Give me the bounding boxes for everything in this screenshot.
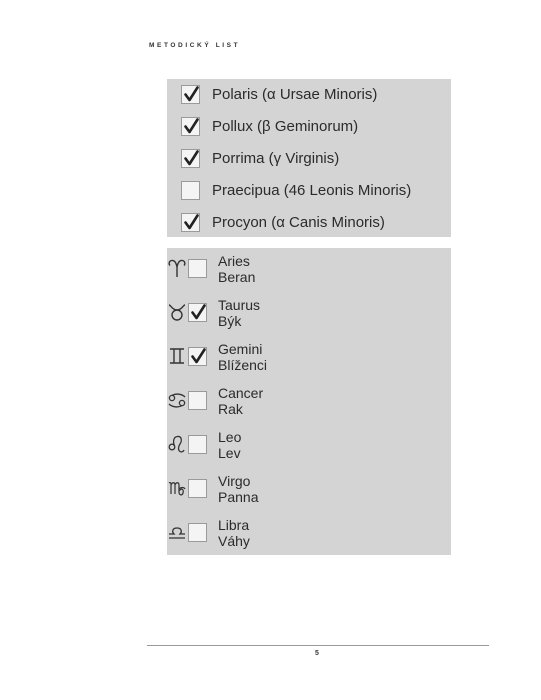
checkbox[interactable] (188, 391, 207, 410)
zodiac-czech-name: Beran (218, 269, 256, 285)
star-label: Procyon (α Canis Minoris) (212, 213, 385, 231)
star-label: Pollux (β Geminorum) (212, 117, 359, 135)
checkmark-icon (184, 117, 199, 133)
zodiac-option-aries[interactable]: Aries Beran (167, 251, 367, 287)
libra-icon (169, 527, 185, 539)
zodiac-czech-name: Rak (218, 401, 243, 417)
checkbox[interactable] (188, 435, 207, 454)
zodiac-latin-name: Leo (218, 429, 242, 445)
checkmark-icon (184, 149, 199, 165)
zodiac-latin-name: Aries (218, 253, 250, 269)
zodiac-latin-name: Libra (218, 517, 250, 533)
star-option-porrima[interactable]: Porrima (γ Virginis) (181, 147, 339, 169)
star-option-polaris[interactable]: Polaris (α Ursae Minoris) (181, 83, 377, 105)
footer-divider (147, 645, 489, 646)
checkbox[interactable] (181, 212, 200, 232)
checkbox[interactable] (188, 347, 207, 366)
star-label: Praecipua (46 Leonis Minoris) (212, 181, 412, 199)
page-header: METODICKÝ LIST (149, 42, 241, 49)
zodiac-option-cancer[interactable]: Cancer Rak (167, 383, 367, 419)
star-label: Polaris (α Ursae Minoris) (212, 85, 378, 103)
stars-panel: Polaris (α Ursae Minoris) Pollux (β Gemi… (167, 79, 451, 237)
star-option-praecipua[interactable]: Praecipua (46 Leonis Minoris) (181, 179, 411, 201)
checkbox[interactable] (188, 479, 207, 498)
zodiac-panel: Aries Beran Taurus Býk Gemini Blíženci C… (167, 248, 451, 555)
star-option-pollux[interactable]: Pollux (β Geminorum) (181, 115, 358, 137)
star-label: Porrima (γ Virginis) (212, 149, 340, 167)
zodiac-latin-name: Virgo (218, 473, 251, 489)
virgo-icon (168, 481, 186, 496)
zodiac-latin-name: Gemini (218, 341, 263, 357)
checkbox[interactable] (181, 84, 200, 104)
taurus-icon (168, 304, 186, 321)
zodiac-option-leo[interactable]: Leo Lev (167, 427, 367, 463)
zodiac-czech-name: Panna (218, 489, 259, 505)
gemini-icon (170, 348, 184, 364)
checkbox[interactable] (181, 116, 200, 136)
zodiac-czech-name: Váhy (218, 533, 250, 549)
page-number: 5 (315, 650, 319, 657)
aries-icon (168, 259, 186, 277)
checkbox[interactable] (181, 148, 200, 168)
checkmark-icon (191, 348, 206, 364)
zodiac-option-libra[interactable]: Libra Váhy (167, 515, 367, 551)
checkbox[interactable] (181, 180, 200, 200)
checkmark-icon (191, 304, 206, 320)
zodiac-latin-name: Taurus (218, 297, 261, 313)
checkmark-icon (184, 85, 199, 101)
leo-icon (168, 435, 185, 453)
zodiac-czech-name: Býk (218, 313, 242, 329)
zodiac-czech-name: Blíženci (218, 357, 268, 373)
zodiac-option-gemini[interactable]: Gemini Blíženci (167, 339, 367, 375)
zodiac-option-taurus[interactable]: Taurus Býk (167, 295, 367, 331)
zodiac-option-virgo[interactable]: Virgo Panna (167, 471, 367, 507)
star-option-procyon[interactable]: Procyon (α Canis Minoris) (181, 211, 385, 233)
checkbox[interactable] (188, 303, 207, 322)
checkbox[interactable] (188, 259, 207, 278)
cancer-icon (168, 393, 186, 408)
zodiac-czech-name: Lev (218, 445, 241, 461)
zodiac-latin-name: Cancer (218, 385, 264, 401)
checkbox[interactable] (188, 523, 207, 542)
checkmark-icon (184, 213, 199, 229)
